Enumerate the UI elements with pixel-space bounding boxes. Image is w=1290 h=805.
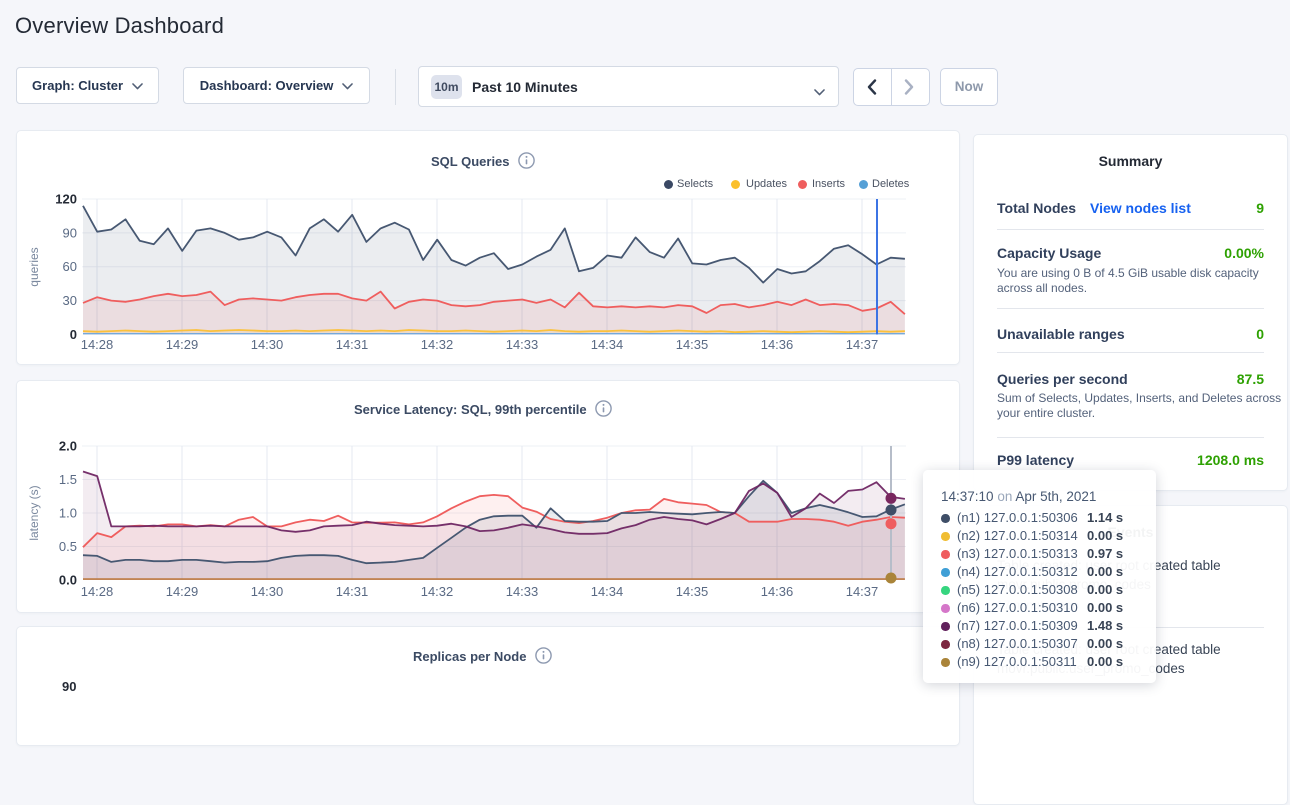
svg-text:30: 30: [63, 293, 77, 308]
svg-text:1.5: 1.5: [59, 472, 77, 487]
svg-text:14:36: 14:36: [761, 337, 794, 352]
svg-text:14:34: 14:34: [591, 337, 624, 352]
svg-text:14:36: 14:36: [761, 584, 794, 599]
svg-text:14:33: 14:33: [506, 584, 539, 599]
svg-text:latency (s): latency (s): [27, 485, 41, 540]
svg-text:14:35: 14:35: [676, 584, 709, 599]
svg-text:14:28: 14:28: [81, 337, 114, 352]
svg-text:queries: queries: [27, 247, 41, 286]
svg-text:14:31: 14:31: [336, 337, 369, 352]
svg-text:2.0: 2.0: [59, 439, 77, 454]
svg-text:14:32: 14:32: [421, 584, 454, 599]
svg-text:0.0: 0.0: [59, 573, 77, 588]
svg-text:14:29: 14:29: [166, 337, 199, 352]
svg-text:14:30: 14:30: [251, 337, 284, 352]
svg-text:14:29: 14:29: [166, 584, 199, 599]
svg-text:14:35: 14:35: [676, 337, 709, 352]
svg-text:14:30: 14:30: [251, 584, 284, 599]
svg-text:14:31: 14:31: [336, 584, 369, 599]
svg-text:1.0: 1.0: [59, 506, 77, 521]
svg-text:14:34: 14:34: [591, 584, 624, 599]
svg-text:60: 60: [63, 259, 77, 274]
svg-text:0.5: 0.5: [59, 539, 77, 554]
svg-text:14:33: 14:33: [506, 337, 539, 352]
svg-text:0: 0: [70, 327, 77, 342]
svg-text:14:37: 14:37: [846, 337, 879, 352]
svg-text:120: 120: [55, 192, 77, 207]
svg-text:14:32: 14:32: [421, 337, 454, 352]
svg-text:14:37: 14:37: [846, 584, 879, 599]
svg-text:90: 90: [63, 225, 77, 240]
svg-text:14:28: 14:28: [81, 584, 114, 599]
